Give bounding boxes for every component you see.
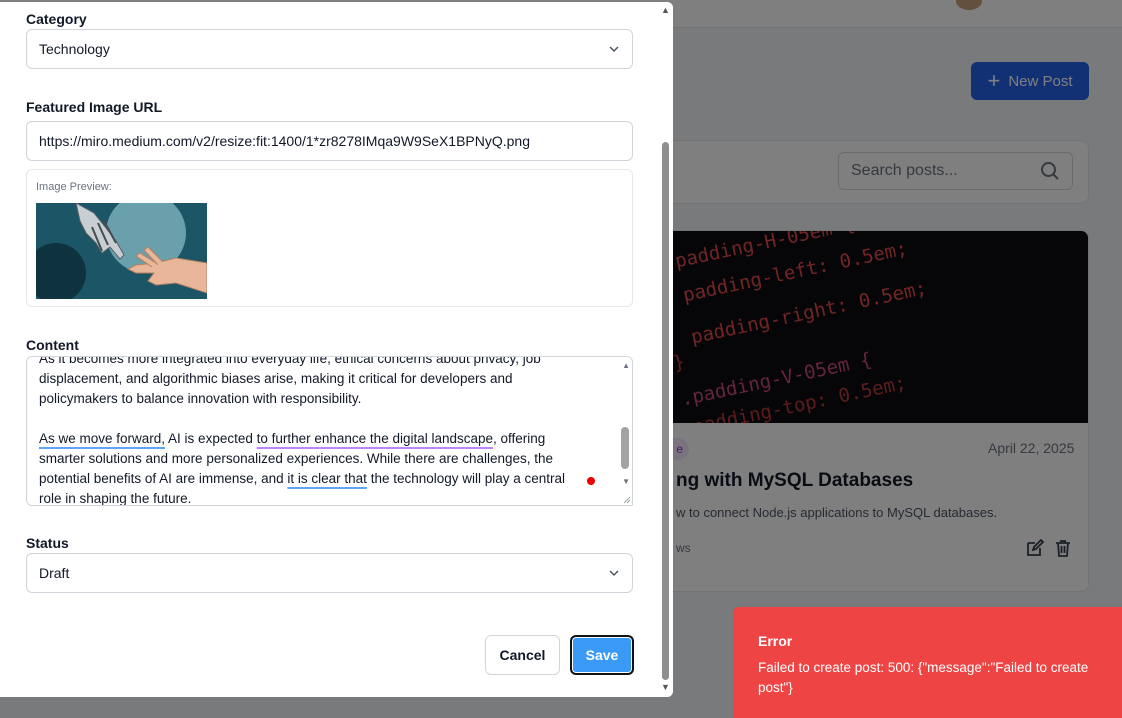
content-line: displacement, and algorithmic biases ari… <box>39 371 513 386</box>
toast-message: Failed to create post: 500: {"message":"… <box>758 660 1089 695</box>
chevron-down-icon <box>609 46 619 53</box>
image-preview-label: Image Preview: <box>36 181 112 193</box>
status-value: Draft <box>39 565 70 581</box>
grammar-underline: to further enhance the digital landscape <box>256 431 494 446</box>
content-fragment: AI is expected <box>165 431 257 446</box>
status-select[interactable]: Draft <box>26 553 633 593</box>
image-preview: Image Preview: <box>26 169 633 307</box>
save-button[interactable]: Save <box>570 635 634 675</box>
content-textarea[interactable]: As it becomes more integrated into every… <box>26 356 633 506</box>
category-label: Category <box>26 11 87 27</box>
error-toast[interactable]: Error Failed to create post: 500: {"mess… <box>733 607 1122 718</box>
content-fragment: , offering <box>493 431 546 446</box>
scroll-up-icon[interactable]: ▲ <box>661 5 670 15</box>
content-text: As it becomes more integrated into every… <box>39 356 609 506</box>
preview-image <box>36 203 207 299</box>
chevron-down-icon <box>609 570 619 577</box>
create-post-modal: Category Technology Featured Image URL h… <box>0 2 673 697</box>
content-line: role in shaping the future. <box>39 491 192 506</box>
textarea-scrollbar[interactable]: ▲ ▼ <box>618 357 632 505</box>
content-fragment: the technology will play a central <box>366 471 566 486</box>
textarea-scroll-thumb[interactable] <box>621 427 629 469</box>
content-label: Content <box>26 337 79 353</box>
modal-scroll-thumb[interactable] <box>662 142 669 680</box>
grammar-indicator-dot[interactable] <box>587 477 595 485</box>
content-line: smarter solutions and more personalized … <box>39 451 554 466</box>
cancel-button[interactable]: Cancel <box>485 635 560 675</box>
content-line: potential benefits of AI are immense, an… <box>39 469 609 489</box>
modal-scrollbar[interactable]: ▲ ▼ <box>658 2 673 697</box>
spellcheck-underline: it is clear that <box>287 471 367 486</box>
scroll-up-icon[interactable]: ▲ <box>622 361 630 370</box>
content-line: As it becomes more integrated into every… <box>39 356 541 366</box>
resize-grip-icon[interactable] <box>621 494 631 504</box>
modal-body: Category Technology Featured Image URL h… <box>0 2 658 697</box>
spellcheck-underline: As we move forward, <box>39 431 166 446</box>
category-select[interactable]: Technology <box>26 29 633 69</box>
toast-title: Error <box>758 633 793 649</box>
featured-image-label: Featured Image URL <box>26 99 163 115</box>
status-label: Status <box>26 535 69 551</box>
scroll-down-icon[interactable]: ▼ <box>661 682 670 692</box>
category-value: Technology <box>39 41 110 57</box>
featured-image-url-input[interactable]: https://miro.medium.com/v2/resize:fit:14… <box>26 121 633 161</box>
content-line: policymakers to balance innovation with … <box>39 391 362 406</box>
content-line: As we move forward, AI is expected to fu… <box>39 429 609 449</box>
scroll-down-icon[interactable]: ▼ <box>622 477 630 486</box>
content-fragment: potential benefits of AI are immense, an… <box>39 471 288 486</box>
robot-human-hand-illustration <box>36 203 207 299</box>
